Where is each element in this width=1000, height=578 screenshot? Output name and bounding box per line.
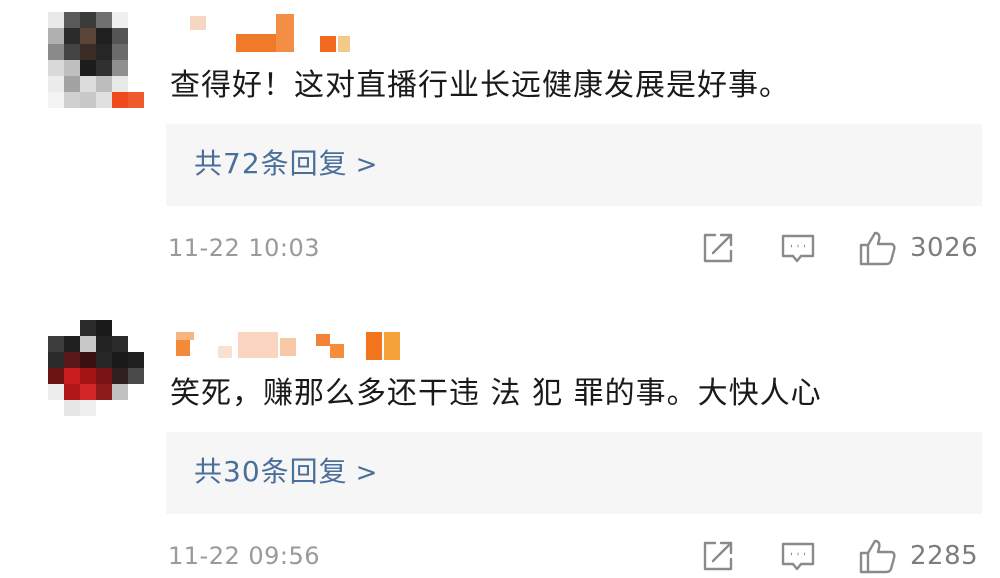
username[interactable] — [172, 318, 400, 360]
comment-icon — [781, 234, 815, 263]
replies-count-text: 共72条回复 — [194, 147, 348, 180]
comment-meta: 11-22 09:56 2285 — [0, 534, 1000, 578]
chevron-right-icon: > — [355, 458, 379, 488]
like-count: 2285 — [910, 541, 979, 571]
thumbs-up-icon — [859, 231, 896, 266]
avatar[interactable] — [48, 320, 144, 416]
comment-meta: 11-22 10:03 3026 — [0, 226, 1000, 270]
thumbs-up-icon — [859, 539, 896, 574]
comment-text: 查得好！这对直播行业长远健康发展是好事。 — [170, 68, 790, 103]
view-replies-button[interactable]: 共30条回复 > — [166, 432, 982, 514]
share-icon — [703, 541, 733, 571]
view-replies-button[interactable]: 共72条回复 > — [166, 124, 982, 206]
chevron-right-icon: > — [355, 150, 379, 180]
comment-button[interactable] — [780, 538, 816, 574]
replies-count-text: 共30条回复 — [194, 455, 348, 488]
comment-icon — [781, 542, 815, 571]
comment-text: 笑死，赚那么多还干违 法 犯 罪的事。大快人心 — [170, 376, 822, 411]
comment-button[interactable] — [780, 230, 816, 266]
like-count: 3026 — [910, 233, 979, 263]
username[interactable] — [172, 10, 372, 52]
avatar[interactable] — [48, 12, 144, 108]
like-button[interactable]: 3026 — [858, 230, 978, 266]
share-icon — [703, 233, 733, 263]
timestamp: 11-22 09:56 — [168, 542, 321, 570]
timestamp: 11-22 10:03 — [168, 234, 321, 262]
share-button[interactable] — [700, 230, 736, 266]
replies-label[interactable]: 共30条回复 > — [194, 452, 378, 493]
like-button[interactable]: 2285 — [858, 538, 978, 574]
share-button[interactable] — [700, 538, 736, 574]
replies-label[interactable]: 共72条回复 > — [194, 144, 378, 185]
